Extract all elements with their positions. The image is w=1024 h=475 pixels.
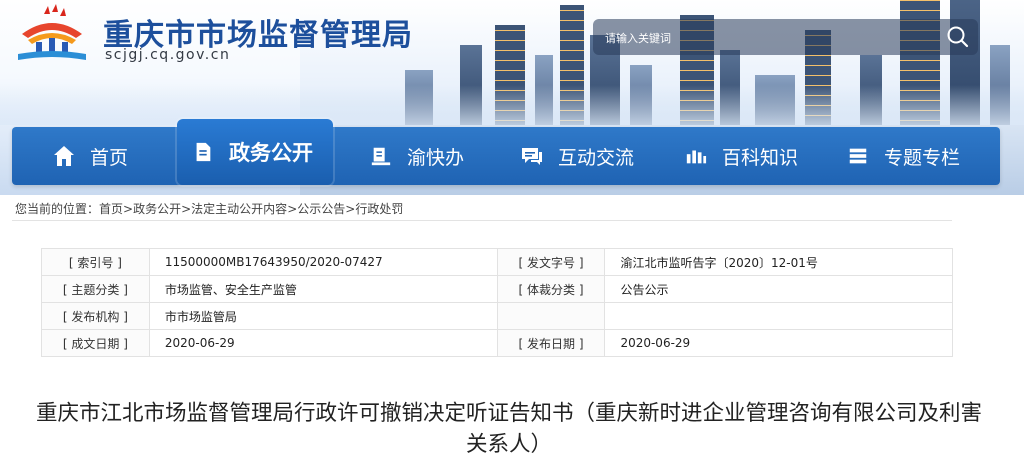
table-row: [ 主题分类 ] 市场监管、安全生产监管 [ 体裁分类 ] 公告公示: [41, 275, 953, 303]
breadcrumb-link[interactable]: 法定主动公开内容: [191, 202, 287, 216]
home-icon: [52, 144, 76, 168]
nav-item-home[interactable]: 首页: [52, 127, 128, 185]
chat-icon: [520, 144, 544, 168]
breadcrumb-link[interactable]: 首页: [99, 202, 123, 216]
nav-item-government-affairs[interactable]: 政务公开: [177, 119, 333, 185]
nav-item-label: 渝快办: [407, 146, 465, 169]
nav-item-label: 互动交流: [558, 146, 635, 169]
field-value: 11500000MB17643950/2020-07427: [148, 248, 498, 276]
field-value: 渝江北市监听告字〔2020〕12-01号: [604, 248, 953, 276]
breadcrumb-separator: >: [345, 202, 356, 216]
table-row: [ 发布机构 ] 市市场监管局: [41, 302, 953, 330]
breadcrumb-link[interactable]: 政务公开: [133, 202, 181, 216]
search-input[interactable]: [603, 27, 927, 49]
nav-item-yukuaiban[interactable]: 渝快办: [369, 127, 464, 185]
breadcrumb-prefix: 您当前的位置：: [15, 202, 100, 216]
breadcrumb: 您当前的位置：首页>政务公开>法定主动公开内容>公示公告>行政处罚: [15, 200, 403, 217]
article-title: 重庆市江北市场监督管理局行政许可撤销决定听证告知书（重庆新时进企业管理咨询有限公…: [35, 401, 982, 457]
column-icon: [846, 144, 870, 168]
nav-item-special-column[interactable]: 专题专栏: [846, 127, 960, 185]
field-label: [ 索引号 ]: [41, 248, 150, 276]
main-nav: 首页 政务公开 渝快办 互动交流 百科知识 专题专栏: [12, 119, 1000, 185]
nav-item-label: 首页: [90, 146, 129, 169]
field-label: [ 发布机构 ]: [41, 302, 150, 330]
breadcrumb-separator: >: [123, 202, 134, 216]
breadcrumb-separator: >: [181, 202, 192, 216]
nav-item-label: 政务公开: [229, 141, 313, 165]
nav-item-label: 专题专栏: [884, 146, 961, 169]
table-row: [ 索引号 ] 11500000MB17643950/2020-07427 [ …: [41, 248, 953, 276]
field-label: [ 发布日期 ]: [496, 329, 606, 357]
nav-item-interaction[interactable]: 互动交流: [520, 127, 634, 185]
site-domain: scjgj.cq.gov.cn: [105, 47, 231, 63]
field-value: 2020-06-29: [148, 329, 498, 357]
field-value: 市场监管、安全生产监管: [148, 275, 498, 303]
field-label: [496, 302, 606, 330]
field-label: [ 发文字号 ]: [496, 248, 606, 276]
breadcrumb-separator: >: [287, 202, 298, 216]
breadcrumb-link[interactable]: 公示公告: [297, 202, 345, 216]
government-emblem-logo: [18, 4, 86, 60]
field-value: 公告公示: [604, 275, 953, 303]
field-label: [ 体裁分类 ]: [496, 275, 606, 303]
breadcrumb-link[interactable]: 行政处罚: [355, 202, 403, 216]
nav-item-encyclopedia[interactable]: 百科知识: [684, 127, 798, 185]
field-value: 市市场监管局: [148, 302, 498, 330]
breadcrumb-divider: [12, 220, 952, 221]
search-icon[interactable]: [944, 23, 972, 51]
nav-item-label: 百科知识: [722, 146, 799, 169]
field-value: 2020-06-29: [604, 329, 953, 357]
field-label: [ 成文日期 ]: [41, 329, 150, 357]
field-label: [ 主题分类 ]: [41, 275, 150, 303]
knowledge-icon: [684, 144, 708, 168]
document-icon: [191, 140, 215, 164]
field-value: [604, 302, 953, 330]
document-info-table: [ 索引号 ] 11500000MB17643950/2020-07427 [ …: [41, 248, 953, 357]
search-box: [593, 19, 978, 55]
table-row: [ 成文日期 ] 2020-06-29 [ 发布日期 ] 2020-06-29: [41, 329, 953, 357]
service-icon: [369, 144, 393, 168]
